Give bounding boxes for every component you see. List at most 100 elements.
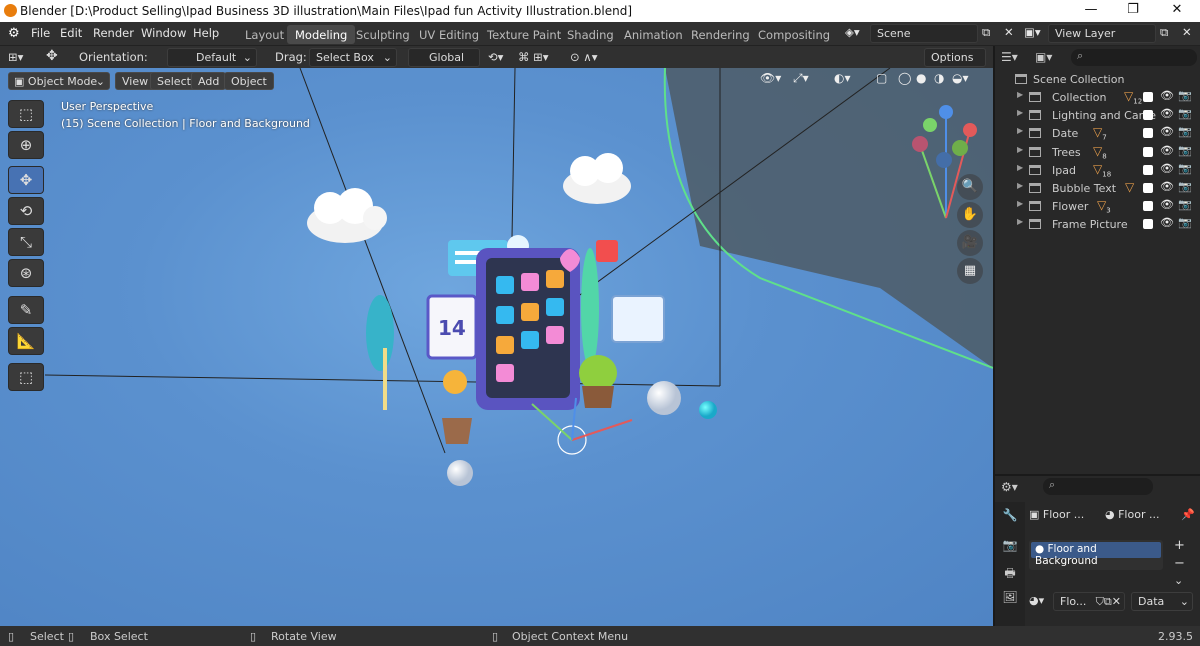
transform-tool[interactable]: ⊛ xyxy=(8,259,44,287)
outliner-row[interactable]: ▶ Frame Picture 👁 📷 xyxy=(995,215,1200,233)
visibility-eye-icon[interactable]: 👁 xyxy=(1160,144,1174,157)
remove-slot-button[interactable]: − xyxy=(1174,556,1185,571)
add-cube-tool[interactable]: ⬚ xyxy=(8,363,44,391)
browse-material-icon[interactable]: ◕▾ xyxy=(1029,594,1044,607)
remove-scene-icon[interactable]: ✕ xyxy=(1004,25,1014,39)
close-button[interactable]: ✕ xyxy=(1162,2,1192,20)
render-camera-icon[interactable]: 📷 xyxy=(1178,107,1192,120)
material-shading-icon[interactable]: ◑ xyxy=(934,71,944,85)
expand-arrow-icon[interactable]: ▶ xyxy=(1017,145,1023,154)
expand-arrow-icon[interactable]: ▶ xyxy=(1017,163,1023,172)
exclude-checkbox[interactable] xyxy=(1143,183,1153,193)
overlays-icon[interactable]: ◐▾ xyxy=(834,71,851,85)
blender-menu-icon[interactable]: ⚙ xyxy=(8,26,20,41)
render-camera-icon[interactable]: 📷 xyxy=(1178,198,1192,211)
menu-window[interactable]: Window xyxy=(141,26,186,40)
material-slot-list[interactable]: ● Floor and Background xyxy=(1029,540,1163,570)
tab-shading[interactable]: Shading xyxy=(559,25,622,44)
measure-tool[interactable]: 📐 xyxy=(8,327,44,355)
scene-name-field[interactable]: Scene xyxy=(870,24,978,43)
rotate-tool[interactable]: ⟲ xyxy=(8,197,44,225)
scene-selector-icon[interactable]: ◈▾ xyxy=(845,25,860,39)
visibility-eye-icon[interactable]: 👁 xyxy=(1160,125,1174,138)
tab-sculpting[interactable]: Sculpting xyxy=(348,25,418,44)
slot-menu-icon[interactable]: ⌄ xyxy=(1174,574,1183,587)
menu-add[interactable]: Add xyxy=(191,72,227,90)
outliner-row[interactable]: ▶ Trees ▽8 👁 📷 xyxy=(995,143,1200,161)
material-slot-item[interactable]: ● Floor and Background xyxy=(1031,542,1161,567)
proportional-editing-icon[interactable]: ⊙ ∧▾ xyxy=(570,50,597,64)
perspective-grid-icon[interactable]: ▦ xyxy=(957,258,983,284)
render-camera-icon[interactable]: 📷 xyxy=(1178,144,1192,157)
scale-tool[interactable]: ⤡ xyxy=(8,228,44,256)
visibility-eye-icon[interactable]: 👁 xyxy=(1160,89,1174,102)
menu-file[interactable]: File xyxy=(31,26,50,40)
visibility-icon[interactable]: 👁▾ xyxy=(760,71,781,85)
visibility-eye-icon[interactable]: 👁 xyxy=(1160,180,1174,193)
new-view-layer-icon[interactable]: ⧉ xyxy=(1160,25,1168,40)
tab-uv-editing[interactable]: UV Editing xyxy=(411,25,487,44)
view-layer-field[interactable]: View Layer xyxy=(1048,24,1156,43)
properties-editor-icon[interactable]: ⚙▾ xyxy=(1001,480,1018,494)
exclude-checkbox[interactable] xyxy=(1143,110,1153,121)
tool-tab-icon[interactable]: 🔧 xyxy=(1001,508,1019,526)
minimize-button[interactable]: — xyxy=(1076,2,1106,20)
expand-arrow-icon[interactable]: ▶ xyxy=(1017,181,1023,190)
render-camera-icon[interactable]: 📷 xyxy=(1178,125,1192,138)
gizmo-toggle-icon[interactable]: ⤢▾ xyxy=(793,71,809,86)
zoom-icon[interactable]: 🔍 xyxy=(957,174,983,200)
camera-view-icon[interactable]: 🎥 xyxy=(957,230,983,256)
remove-view-layer-icon[interactable]: ✕ xyxy=(1182,25,1192,39)
display-mode-icon[interactable]: ▣▾ xyxy=(1035,50,1052,64)
visibility-eye-icon[interactable]: 👁 xyxy=(1160,107,1174,120)
properties-search-input[interactable]: ⌕ xyxy=(1043,478,1153,495)
render-camera-icon[interactable]: 📷 xyxy=(1178,89,1192,102)
view-layer-tab-icon[interactable]: 🖼 xyxy=(1001,590,1019,608)
tab-animation[interactable]: Animation xyxy=(616,25,691,44)
orientation-dropdown[interactable]: Default ⌄ xyxy=(167,48,257,67)
cursor-tool[interactable]: ⊕ xyxy=(8,131,44,159)
outliner-row[interactable]: ▶ Flower ▽3 👁 📷 xyxy=(995,197,1200,215)
pin-icon[interactable]: 📌 xyxy=(1181,508,1195,521)
options-dropdown[interactable]: Options xyxy=(924,48,986,67)
mode-dropdown[interactable]: ▣ Object Mode ⌄ xyxy=(8,72,110,90)
snap-icon[interactable]: ⌘ ⊞▾ xyxy=(518,50,549,64)
exclude-checkbox[interactable] xyxy=(1143,92,1153,102)
exclude-checkbox[interactable] xyxy=(1143,146,1153,157)
wireframe-shading-icon[interactable]: ◯ xyxy=(898,71,911,85)
outliner-row[interactable]: ▶ Lighting and Came 👁 📷 xyxy=(995,106,1200,124)
outliner-editor-icon[interactable]: ☰▾ xyxy=(1001,50,1018,64)
menu-object[interactable]: Object xyxy=(224,72,274,90)
render-tab-icon[interactable]: 📷 xyxy=(1001,538,1019,556)
outliner-row[interactable]: ▶ Date ▽7 👁 📷 xyxy=(995,124,1200,142)
visibility-eye-icon[interactable]: 👁 xyxy=(1160,162,1174,175)
tab-rendering[interactable]: Rendering xyxy=(683,25,758,44)
expand-arrow-icon[interactable]: ▶ xyxy=(1017,90,1023,99)
drag-dropdown[interactable]: Select Box ⌄ xyxy=(309,48,397,67)
menu-help[interactable]: Help xyxy=(193,26,219,40)
exclude-checkbox[interactable] xyxy=(1143,219,1153,230)
exclude-checkbox[interactable] xyxy=(1143,164,1153,175)
visibility-eye-icon[interactable]: 👁 xyxy=(1160,216,1174,229)
visibility-eye-icon[interactable]: 👁 xyxy=(1160,198,1174,211)
expand-arrow-icon[interactable]: ▶ xyxy=(1017,199,1023,208)
add-slot-button[interactable]: + xyxy=(1174,538,1185,553)
outliner-row[interactable]: ▶ Bubble Text ▽ 👁 📷 xyxy=(995,179,1200,197)
expand-arrow-icon[interactable]: ▶ xyxy=(1017,108,1023,117)
outliner-row[interactable]: ▶ Ipad ▽18 👁 📷 xyxy=(995,161,1200,179)
transform-orientation-dropdown[interactable]: Global xyxy=(408,48,480,67)
pivot-point-icon[interactable]: ⟲▾ xyxy=(488,50,503,64)
editor-type-icon[interactable]: ⊞▾ xyxy=(8,50,23,64)
xray-icon[interactable]: ▢ xyxy=(876,71,887,85)
rendered-shading-icon[interactable]: ◒▾ xyxy=(952,71,969,85)
material-name-field[interactable]: Flo... ⛉⧉✕ xyxy=(1053,592,1125,611)
outliner-row[interactable]: ▶ Collection ▽12 👁 📷 xyxy=(995,88,1200,106)
tab-layout[interactable]: Layout xyxy=(237,25,292,44)
fake-user-icon[interactable]: ⛉⧉✕ xyxy=(1096,595,1121,609)
tab-modeling[interactable]: Modeling xyxy=(287,25,356,44)
render-camera-icon[interactable]: 📷 xyxy=(1178,180,1192,193)
tab-compositing[interactable]: Compositing xyxy=(750,25,838,44)
expand-arrow-icon[interactable]: ▶ xyxy=(1017,126,1023,135)
menu-edit[interactable]: Edit xyxy=(60,26,82,40)
new-scene-icon[interactable]: ⧉ xyxy=(982,25,990,40)
